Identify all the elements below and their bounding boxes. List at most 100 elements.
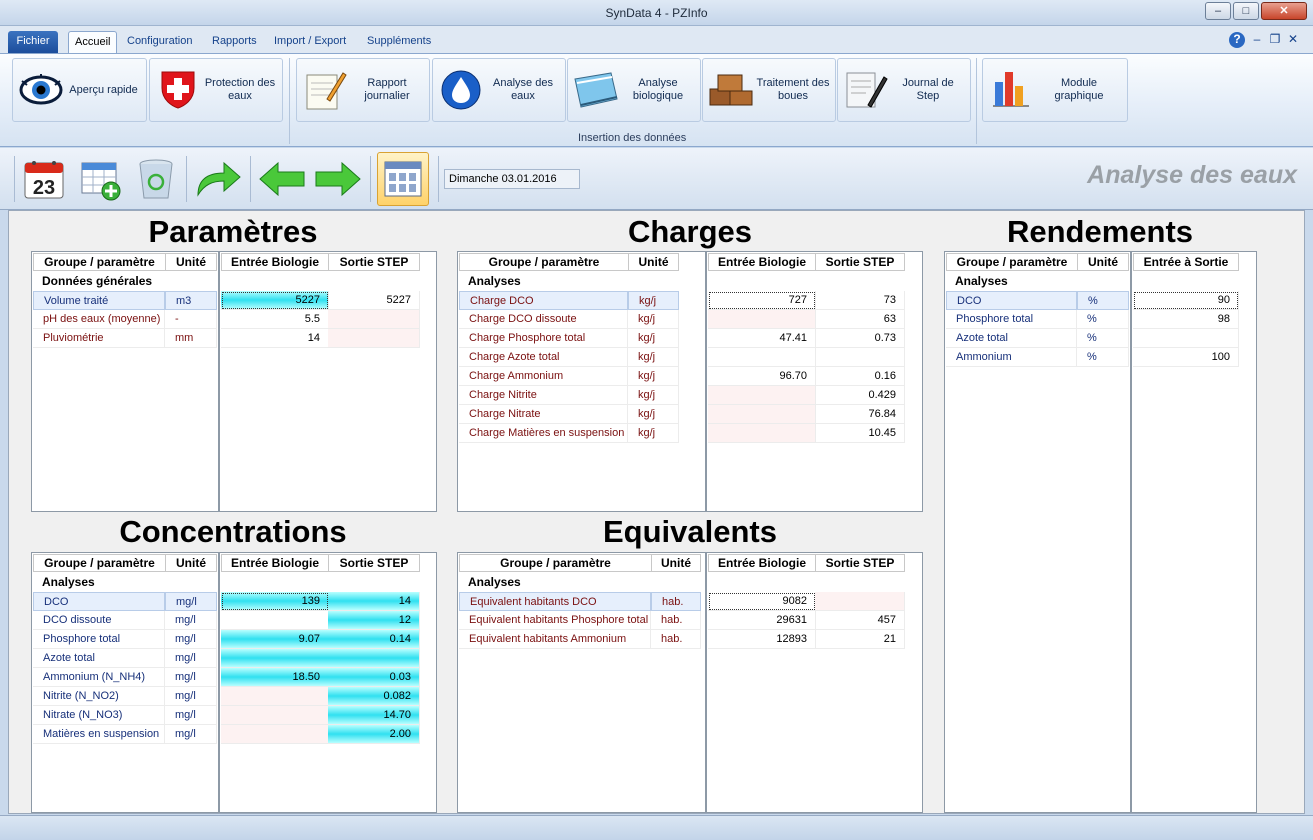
sortie-step-cell[interactable]: 12 <box>328 611 420 630</box>
sortie-step-cell[interactable]: 0.03 <box>328 668 420 687</box>
entree-biologie-cell[interactable]: 96.70 <box>708 367 816 386</box>
charge-name[interactable]: Charge Matières en suspension <box>459 424 628 443</box>
analyse-biologique-button[interactable]: Analyse biologique <box>567 58 701 122</box>
entree-biologie-cell[interactable] <box>221 687 329 706</box>
concentration-name[interactable]: Phosphore total <box>33 630 165 649</box>
entree-biologie-cell[interactable]: 727 <box>708 291 816 310</box>
entree-biologie-cell[interactable]: 139 <box>221 592 329 611</box>
sortie-step-cell[interactable]: 21 <box>815 630 905 649</box>
entree-biologie-cell[interactable]: 5227 <box>221 291 329 310</box>
concentration-name[interactable]: DCO dissoute <box>33 611 165 630</box>
ribbon-restore-icon[interactable]: ❐ <box>1267 32 1283 48</box>
charge-name[interactable]: Charge DCO <box>459 291 628 310</box>
charge-name[interactable]: Charge Ammonium <box>459 367 628 386</box>
sortie-step-cell[interactable] <box>328 649 420 668</box>
equivalent-name[interactable]: Equivalent habitants Phosphore total <box>459 611 651 630</box>
ribbon-minimize-icon[interactable]: – <box>1249 32 1265 48</box>
tab-supplements[interactable]: Suppléments <box>361 31 437 53</box>
param-name[interactable]: Volume traité <box>33 291 165 310</box>
entree-biologie-cell[interactable] <box>708 348 816 367</box>
entree-a-sortie-cell[interactable]: 90 <box>1133 291 1239 310</box>
charge-name[interactable]: Charge Azote total <box>459 348 628 367</box>
help-icon[interactable]: ? <box>1229 32 1245 48</box>
module-graphique-button[interactable]: Module graphique <box>982 58 1128 122</box>
sortie-step-cell[interactable]: 63 <box>815 310 905 329</box>
entree-biologie-cell[interactable] <box>708 386 816 405</box>
entree-biologie-cell[interactable]: 9082 <box>708 592 816 611</box>
previous-day-button[interactable] <box>256 152 308 206</box>
tab-rapports[interactable]: Rapports <box>206 31 263 53</box>
entree-biologie-cell[interactable] <box>221 611 329 630</box>
charge-name[interactable]: Charge Phosphore total <box>459 329 628 348</box>
concentration-name[interactable]: Nitrite (N_NO2) <box>33 687 165 706</box>
sortie-step-cell[interactable] <box>328 310 420 329</box>
journal-de-step-button[interactable]: Journal de Step <box>837 58 971 122</box>
sortie-step-cell[interactable]: 14 <box>328 592 420 611</box>
calendar-button[interactable]: 23 <box>18 152 70 206</box>
tab-fichier[interactable]: Fichier <box>8 31 58 53</box>
analyse-des-eaux-button[interactable]: Analyse des eaux <box>432 58 566 122</box>
sortie-step-cell[interactable] <box>815 348 905 367</box>
equivalent-name[interactable]: Equivalent habitants Ammonium <box>459 630 651 649</box>
entree-biologie-cell[interactable] <box>221 649 329 668</box>
entree-biologie-cell[interactable] <box>221 706 329 725</box>
rendement-name[interactable]: DCO <box>946 291 1077 310</box>
rapport-journalier-button[interactable]: Rapport journalier <box>296 58 430 122</box>
sortie-step-cell[interactable]: 14.70 <box>328 706 420 725</box>
charge-name[interactable]: Charge Nitrite <box>459 386 628 405</box>
sortie-step-cell[interactable]: 0.14 <box>328 630 420 649</box>
forward-button[interactable] <box>192 152 244 206</box>
entree-biologie-cell[interactable]: 12893 <box>708 630 816 649</box>
entree-biologie-cell[interactable] <box>708 405 816 424</box>
sortie-step-cell[interactable]: 0.16 <box>815 367 905 386</box>
close-button[interactable]: ✕ <box>1261 2 1307 20</box>
entree-a-sortie-cell[interactable]: 98 <box>1133 310 1239 329</box>
grid-view-button[interactable] <box>377 152 429 206</box>
concentration-name[interactable]: Matières en suspension <box>33 725 165 744</box>
param-name[interactable]: pH des eaux (moyenne) <box>33 310 165 329</box>
entree-a-sortie-cell[interactable] <box>1133 329 1239 348</box>
concentration-name[interactable]: Ammonium (N_NH4) <box>33 668 165 687</box>
sortie-step-cell[interactable] <box>328 329 420 348</box>
entree-biologie-cell[interactable]: 29631 <box>708 611 816 630</box>
concentration-name[interactable]: Azote total <box>33 649 165 668</box>
concentration-name[interactable]: Nitrate (N_NO3) <box>33 706 165 725</box>
charge-name[interactable]: Charge Nitrate <box>459 405 628 424</box>
sortie-step-cell[interactable]: 5227 <box>328 291 420 310</box>
tab-configuration[interactable]: Configuration <box>121 31 198 53</box>
sortie-step-cell[interactable]: 73 <box>815 291 905 310</box>
rendement-name[interactable]: Azote total <box>946 329 1077 348</box>
entree-biologie-cell[interactable]: 47.41 <box>708 329 816 348</box>
sortie-step-cell[interactable]: 76.84 <box>815 405 905 424</box>
sortie-step-cell[interactable]: 0.73 <box>815 329 905 348</box>
entree-biologie-cell[interactable]: 14 <box>221 329 329 348</box>
entree-biologie-cell[interactable] <box>708 424 816 443</box>
minimize-button[interactable]: – <box>1205 2 1231 20</box>
param-name[interactable]: Pluviométrie <box>33 329 165 348</box>
sortie-step-cell[interactable]: 0.082 <box>328 687 420 706</box>
sortie-step-cell[interactable] <box>815 592 905 611</box>
equivalent-name[interactable]: Equivalent habitants DCO <box>459 592 651 611</box>
ribbon-close-icon[interactable]: ✕ <box>1285 32 1301 48</box>
entree-biologie-cell[interactable] <box>708 310 816 329</box>
sortie-step-cell[interactable]: 457 <box>815 611 905 630</box>
charge-name[interactable]: Charge DCO dissoute <box>459 310 628 329</box>
entree-biologie-cell[interactable] <box>221 725 329 744</box>
entree-biologie-cell[interactable]: 9.07 <box>221 630 329 649</box>
entree-biologie-cell[interactable]: 18.50 <box>221 668 329 687</box>
entree-a-sortie-cell[interactable]: 100 <box>1133 348 1239 367</box>
traitement-des-boues-button[interactable]: Traitement des boues <box>702 58 836 122</box>
protection-des-eaux-button[interactable]: Protection des eaux <box>149 58 283 122</box>
maximize-button[interactable]: □ <box>1233 2 1259 20</box>
entree-biologie-cell[interactable]: 5.5 <box>221 310 329 329</box>
rendement-name[interactable]: Phosphore total <box>946 310 1077 329</box>
recycle-bin-button[interactable] <box>130 152 182 206</box>
rendement-name[interactable]: Ammonium <box>946 348 1077 367</box>
sortie-step-cell[interactable]: 0.429 <box>815 386 905 405</box>
apercu-rapide-button[interactable]: Aperçu rapide <box>12 58 147 122</box>
tab-accueil[interactable]: Accueil <box>68 31 118 53</box>
sortie-step-cell[interactable]: 10.45 <box>815 424 905 443</box>
next-day-button[interactable] <box>312 152 364 206</box>
tab-import-export[interactable]: Import / Export <box>268 31 352 53</box>
sortie-step-cell[interactable]: 2.00 <box>328 725 420 744</box>
